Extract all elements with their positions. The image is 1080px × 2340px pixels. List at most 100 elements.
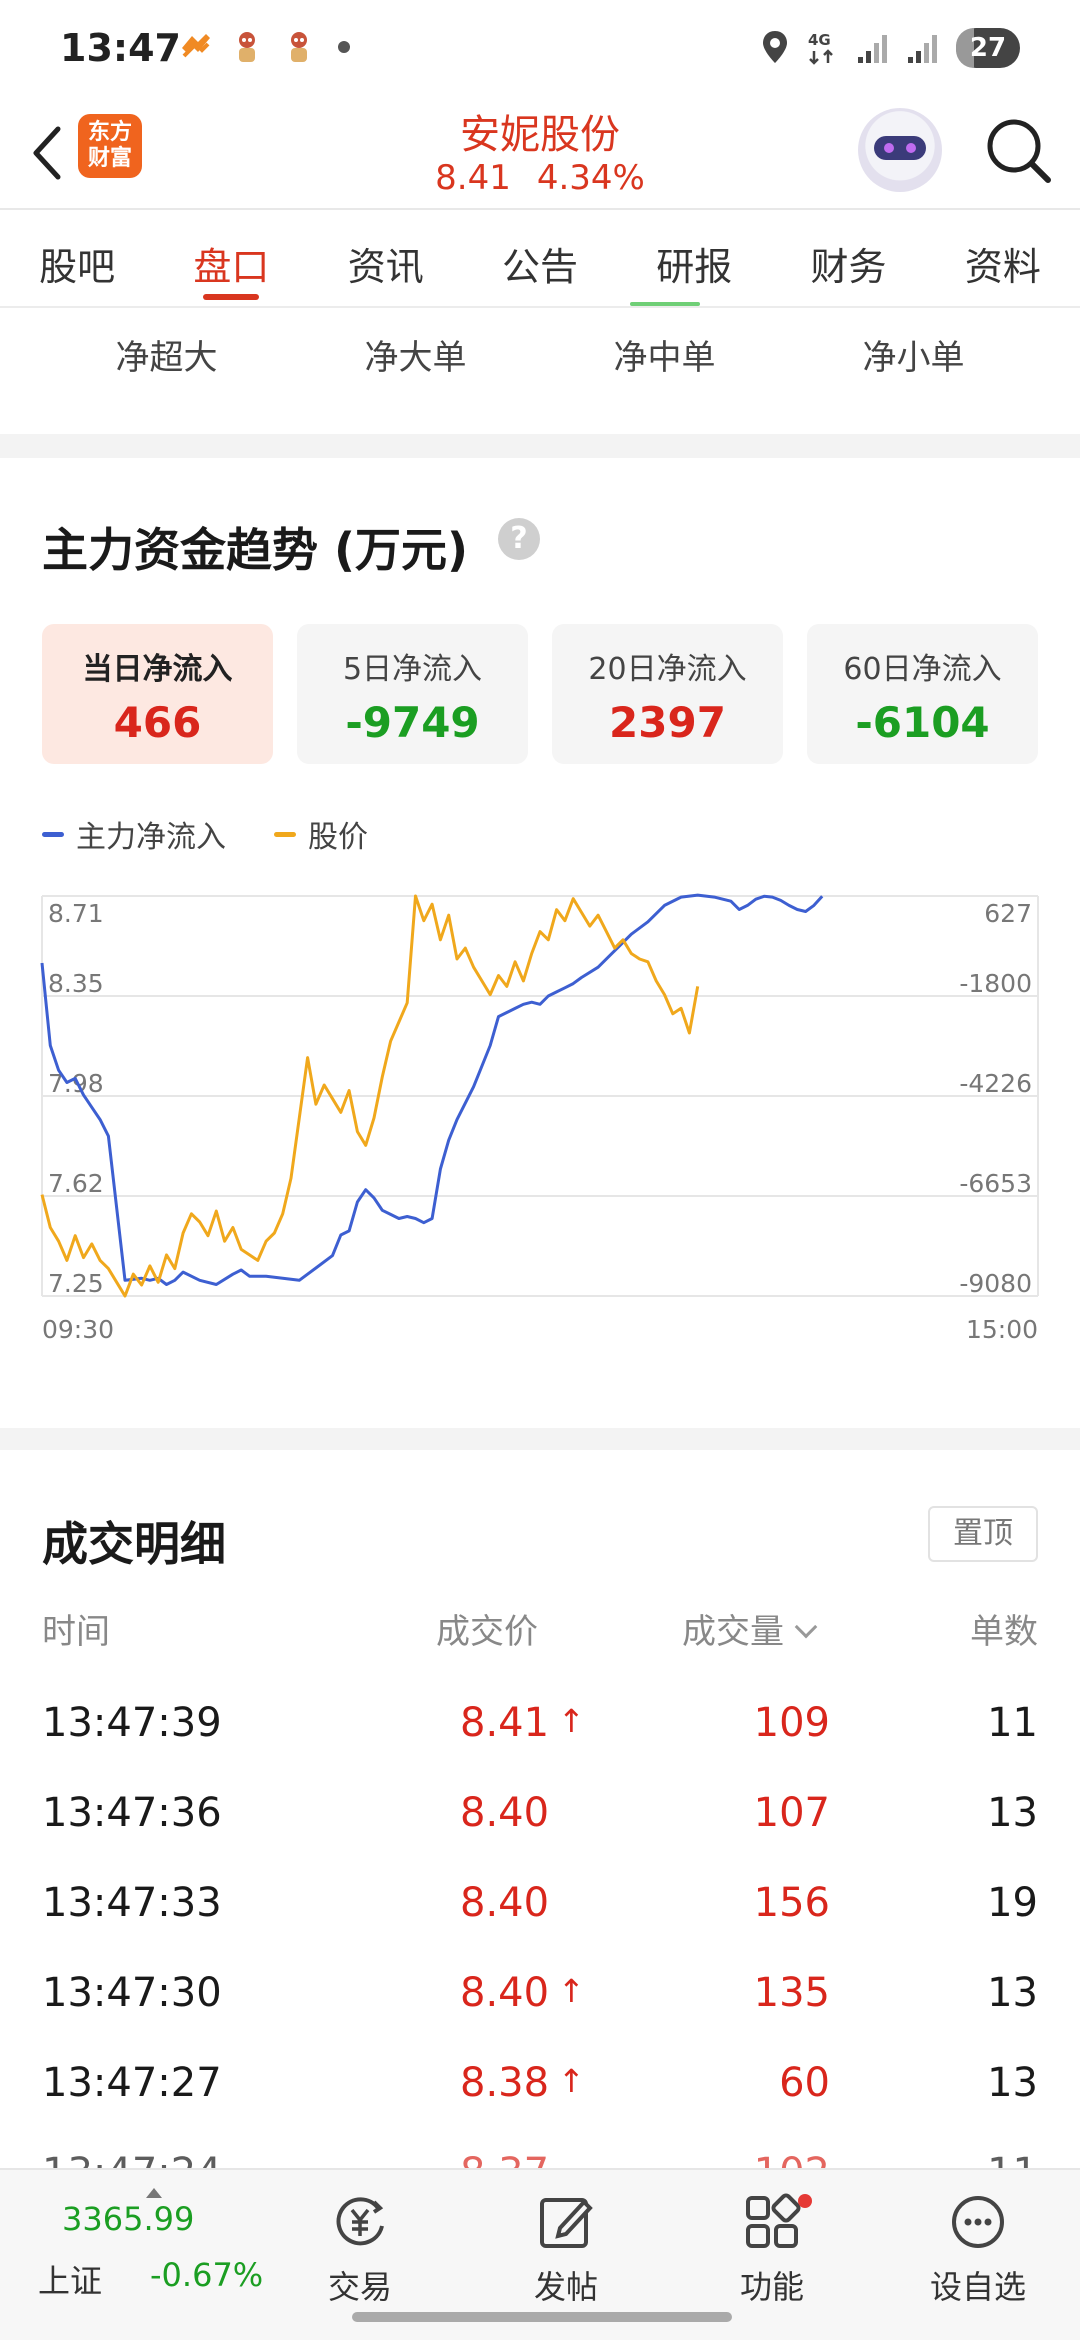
- legend-price: 股价: [274, 812, 368, 856]
- trade-time: 13:47:30: [42, 1970, 222, 2016]
- trade-count: 13: [987, 2060, 1038, 2106]
- subtab-net-large[interactable]: 净大单: [291, 330, 540, 400]
- trade-row: 13:47:30 8.40 ↑ 135 13: [42, 1970, 1038, 2060]
- pin-top-button[interactable]: 置顶: [928, 1506, 1038, 1562]
- stock-tabs: 股吧 盘口 资讯 公告 研报 财务 资料: [0, 210, 1080, 308]
- tab-finance[interactable]: 财务: [771, 210, 925, 308]
- legend-label: 主力净流入: [76, 820, 226, 855]
- trades-list: 13:47:39 8.41 ↑ 109 11 13:47:36 8.40 107 13 13:47…: [42, 1700, 1038, 2180]
- stock-change-pct: 4.34%: [536, 158, 645, 198]
- trade-row: 13:47:36 8.40 107 13: [42, 1790, 1038, 1880]
- legend-label: 股价: [308, 820, 368, 855]
- tab-pankou[interactable]: 盘口: [154, 210, 308, 308]
- nav-functions[interactable]: 功能: [702, 2190, 842, 2330]
- tab-profile[interactable]: 资料: [926, 210, 1080, 308]
- index-name: 上证: [38, 2262, 103, 2300]
- subtab-net-small[interactable]: 净小单: [789, 330, 1038, 400]
- trade-volume: 156: [753, 1880, 830, 1926]
- left-tick-label: 8.35: [48, 969, 104, 998]
- capital-trend-chart[interactable]: 8.71 627 8.35 -1800 7.98 -4226 7.62 -6653 7.25 -9…: [0, 880, 1080, 1400]
- status-bar: 13:47 4G 27: [0, 0, 1080, 100]
- trade-price: 8.40: [460, 1880, 550, 1926]
- status-time: 13:47: [60, 26, 181, 70]
- edit-post-icon: [540, 2198, 593, 2248]
- trade-volume: 107: [753, 1790, 830, 1836]
- help-icon[interactable]: ?: [498, 518, 540, 560]
- nav-label: 交易: [327, 2268, 392, 2306]
- flow-cards: 当日净流入 466 5日净流入 -9749 20日净流入 2397 60日净流入…: [42, 624, 1038, 764]
- left-tick-label: 8.71: [48, 899, 104, 928]
- price-up-arrow-icon: ↑: [558, 2062, 585, 2100]
- right-tick-label: -6653: [959, 1169, 1032, 1198]
- subtab-net-medium[interactable]: 净中单: [540, 330, 789, 400]
- nav-add-watchlist[interactable]: 设自选: [908, 2190, 1048, 2330]
- legend-swatch-blue: [42, 831, 64, 837]
- right-tick-label: -9080: [959, 1269, 1032, 1298]
- home-indicator[interactable]: [352, 2312, 732, 2322]
- location-icon: [763, 31, 787, 63]
- stock-price: 8.41: [435, 158, 511, 198]
- flow-card-5d[interactable]: 5日净流入 -9749: [297, 624, 528, 764]
- more-notifications-dot: [338, 41, 350, 53]
- trade-count: 11: [987, 1700, 1038, 1746]
- trade-price: 8.38: [460, 2060, 550, 2106]
- trade-volume: 135: [753, 1970, 830, 2016]
- header-volume[interactable]: 成交量: [682, 1604, 818, 1653]
- header-time[interactable]: 时间: [42, 1604, 110, 1653]
- more-dots-icon: [952, 2196, 1004, 2248]
- network-label: 4G: [808, 31, 831, 49]
- nav-label: 发帖: [533, 2268, 598, 2306]
- network-4g-icon: 4G: [808, 31, 833, 65]
- flow-subtabs: 净超大 净大单 净中单 净小单: [0, 330, 1080, 400]
- tabs-divider: [0, 306, 1080, 308]
- index-change: -0.67%: [150, 2256, 264, 2294]
- trade-count: 13: [987, 1970, 1038, 2016]
- mascot-notification-icon-2: [291, 32, 307, 62]
- flow-card-label: 20日净流入: [588, 652, 747, 687]
- price-up-arrow-icon: ↑: [558, 1702, 585, 1740]
- ai-assistant-avatar[interactable]: [858, 108, 942, 192]
- tab-news[interactable]: 资讯: [309, 210, 463, 308]
- trade-row: 13:47:39 8.41 ↑ 109 11: [42, 1700, 1038, 1790]
- sort-chevron-down-icon: [794, 1615, 818, 1639]
- trend-title: 主力资金趋势 (万元): [42, 523, 469, 577]
- right-tick-label: -1800: [959, 969, 1032, 998]
- trade-row: 13:47:27 8.38 ↑ 60 13: [42, 2060, 1038, 2150]
- app-notification-icon: [182, 34, 210, 58]
- search-icon: [987, 119, 1051, 183]
- trade-volume: 109: [753, 1700, 830, 1746]
- index-value: 3365.99: [62, 2200, 195, 2238]
- flow-card-value: -6104: [855, 698, 990, 747]
- flow-card-20d[interactable]: 20日净流入 2397: [552, 624, 783, 764]
- subtab-net-super-large[interactable]: 净超大: [42, 330, 291, 400]
- trade-time: 13:47:27: [42, 2060, 222, 2106]
- tab-announcements[interactable]: 公告: [463, 210, 617, 308]
- header-count[interactable]: 单数: [970, 1604, 1038, 1653]
- trade-volume: 60: [779, 2060, 830, 2106]
- nav-post[interactable]: 发帖: [496, 2190, 636, 2330]
- flow-card-today[interactable]: 当日净流入 466: [42, 624, 273, 764]
- tab-research[interactable]: 研报: [617, 210, 771, 308]
- flow-card-60d[interactable]: 60日净流入 -6104: [807, 624, 1038, 764]
- header-volume-label: 成交量: [682, 1612, 784, 1652]
- tab-guba[interactable]: 股吧: [0, 210, 154, 308]
- trade-time: 13:47:39: [42, 1700, 222, 1746]
- left-tick-label: 7.25: [48, 1269, 104, 1298]
- trades-title: 成交明细: [42, 1517, 226, 1571]
- trade-yen-icon: [336, 2197, 384, 2246]
- battery-level: 27: [969, 33, 1007, 63]
- trade-price: 8.41: [460, 1700, 550, 1746]
- nav-label: 设自选: [929, 2268, 1026, 2306]
- search-button[interactable]: [978, 110, 1058, 190]
- nav-trade[interactable]: 交易: [290, 2190, 430, 2330]
- right-tick-label: 627: [984, 899, 1032, 928]
- trade-price: 8.40: [460, 1790, 550, 1836]
- main-inflow-series-line: [40, 893, 824, 1286]
- caret-up-icon: [146, 2188, 162, 2198]
- flow-card-label: 60日净流入: [843, 652, 1002, 687]
- header-price[interactable]: 成交价: [436, 1604, 538, 1653]
- left-tick-label: 7.62: [48, 1169, 104, 1198]
- x-start-label: 09:30: [42, 1315, 114, 1344]
- section-separator-2: [0, 1428, 1080, 1450]
- index-ticker[interactable]: 3365.99 上证 -0.67%: [30, 2188, 264, 2306]
